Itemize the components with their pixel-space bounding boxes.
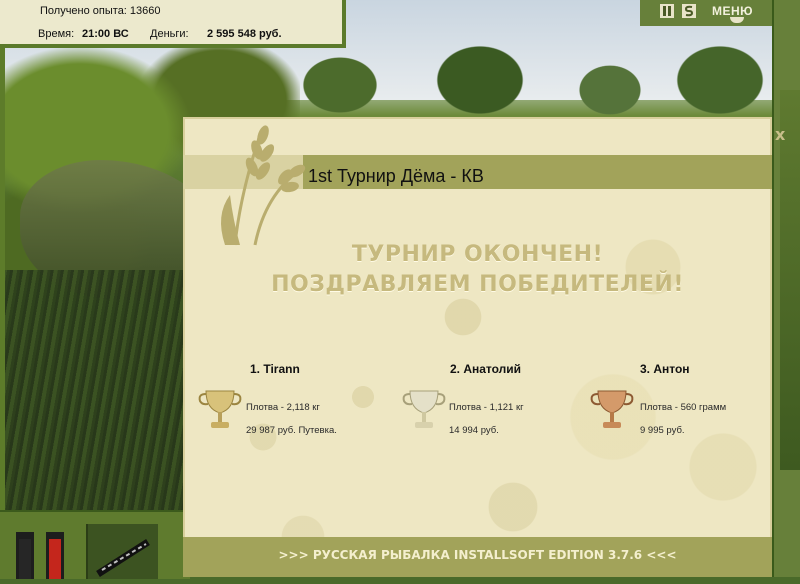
left-frame (0, 40, 5, 520)
winner-name: 1. Tirann (250, 362, 300, 376)
gold-cup-icon (198, 390, 242, 428)
wheat-icon (221, 125, 306, 246)
winner-catch: Плотва - 2,118 кг (246, 402, 320, 413)
headline-line-1: ТУРНИР ОКОНЧЕН! (351, 242, 604, 267)
tension-gauge (16, 532, 34, 579)
winner-catch: Плотва - 1,121 кг (449, 402, 524, 413)
tournament-title: 1st Турнир Дёма - КВ (308, 166, 484, 186)
sound-icon[interactable] (682, 4, 696, 18)
distant-trees (280, 25, 780, 120)
winner-prize: 9 995 руб. (640, 425, 685, 436)
winner-prize: 14 994 руб. (449, 425, 499, 436)
winner-name: 2. Анатолий (450, 362, 522, 376)
money-label: Деньги: (150, 28, 189, 40)
menu-button[interactable]: МЕНЮ (712, 4, 753, 18)
grass (0, 270, 200, 520)
money-value: 2 595 548 руб. (207, 28, 282, 40)
status-panel: Получено опыта: 13660 Время: 21:00 ВС Де… (0, 0, 346, 48)
line-gauge (46, 532, 64, 579)
headline-line-2: ПОЗДРАВЛЯЕМ ПОБЕДИТЕЛЕЙ! (271, 272, 684, 297)
winner-prize: 29 987 руб. Путевка. (246, 425, 337, 436)
winner-catch: Плотва - 560 грамм (640, 402, 727, 413)
results-headline: ТУРНИР ОКОНЧЕН! ПОЗДРАВЛЯЕМ ПОБЕДИТЕЛЕЙ! (183, 240, 772, 300)
pause-icon[interactable] (660, 4, 674, 18)
edition-footer: >>> РУССКАЯ РЫБАЛКА INSTALLSOFT EDITION … (278, 548, 677, 562)
bottom-hud (0, 510, 190, 579)
time-value: 21:00 ВС (82, 28, 129, 40)
time-label: Время: (38, 28, 75, 40)
close-button[interactable]: x (775, 125, 785, 144)
silver-cup-icon (402, 390, 446, 428)
winner-name: 3. Антон (640, 362, 690, 376)
bronze-cup-icon (590, 390, 634, 428)
experience-text: Получено опыта: 13660 (40, 5, 161, 17)
tackle-slot[interactable] (86, 524, 158, 579)
right-frame (772, 0, 800, 577)
